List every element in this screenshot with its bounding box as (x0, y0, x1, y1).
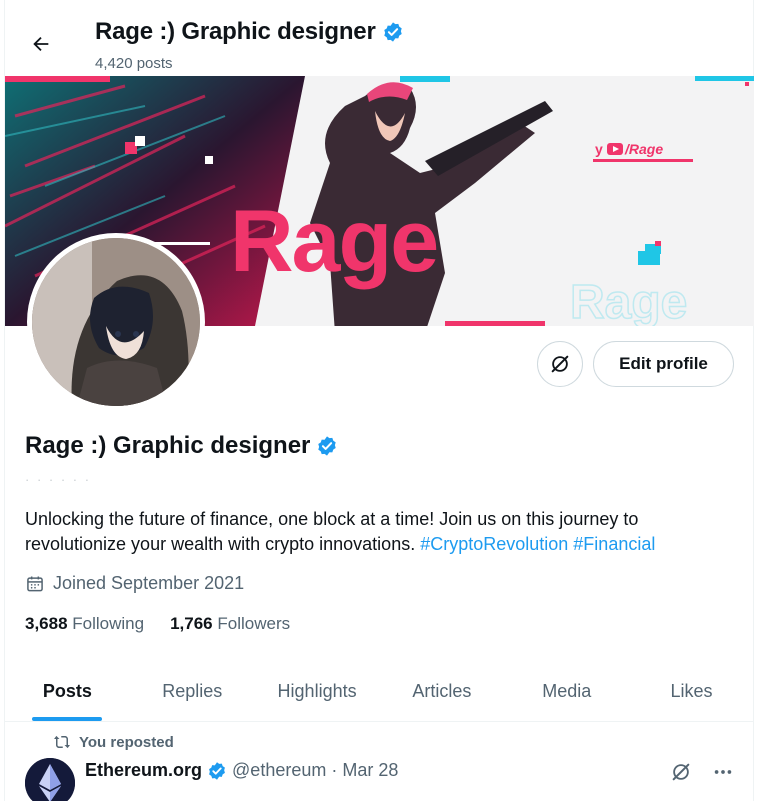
joined-date: Joined September 2021 (25, 573, 244, 594)
grok-icon (672, 763, 690, 781)
repost-indicator: You reposted (53, 733, 174, 751)
banner-headline: Rage (230, 191, 437, 290)
header-title: Rage :) Graphic designer (95, 18, 404, 46)
profile-name-row: Rage :) Graphic designer (25, 432, 338, 460)
follow-stats: 3,688 Following 1,766 Followers (25, 614, 290, 634)
repost-icon (54, 735, 70, 749)
hashtag-link[interactable]: #CryptoRevolution (420, 534, 568, 554)
profile-tabs: Posts Replies Highlights Articles Media … (5, 662, 754, 722)
post-author-avatar[interactable] (25, 758, 75, 801)
verified-badge-icon (383, 22, 402, 42)
grok-icon (551, 355, 569, 373)
avatar-image (32, 238, 200, 406)
following-count: 3,688 (25, 614, 68, 633)
profile-handle: · · · · · · (25, 472, 92, 487)
joined-text: Joined September 2021 (53, 573, 245, 593)
tab-articles[interactable]: Articles (379, 662, 504, 721)
back-button[interactable] (23, 26, 59, 62)
posts-count: 4,420 posts (95, 55, 173, 72)
post-date[interactable]: Mar 28 (342, 760, 398, 781)
banner-watermark: Rage (570, 276, 687, 326)
profile-bio: Unlocking the future of finance, one blo… (25, 507, 725, 557)
tab-likes[interactable]: Likes (629, 662, 754, 721)
post-item[interactable]: Ethereum.org @ethereum · Mar 28 (25, 756, 745, 801)
post-author-handle[interactable]: @ethereum (232, 760, 326, 781)
followers-link[interactable]: 1,766 Followers (170, 614, 290, 634)
post-more-button[interactable] (709, 758, 737, 786)
post-grok-button[interactable] (667, 758, 695, 786)
tab-media[interactable]: Media (504, 662, 629, 721)
followers-count: 1,766 (170, 614, 213, 633)
tab-posts[interactable]: Posts (5, 662, 130, 721)
repost-label: You reposted (79, 733, 174, 751)
profile-name: Rage :) Graphic designer (25, 432, 311, 459)
post-author-name[interactable]: Ethereum.org (85, 760, 202, 781)
post-separator: · (331, 760, 338, 780)
followers-label: Followers (217, 614, 291, 633)
hashtag-link[interactable]: #Financial (573, 534, 655, 554)
post-actions (667, 758, 737, 786)
tab-highlights[interactable]: Highlights (255, 662, 380, 721)
following-label: Following (72, 614, 145, 633)
more-dots-icon (714, 770, 732, 774)
following-link[interactable]: 3,688 Following (25, 614, 144, 634)
svg-text:/Rage: /Rage (624, 141, 663, 157)
edit-profile-button[interactable]: Edit profile (593, 341, 734, 387)
svg-text:y: y (595, 141, 603, 157)
verified-badge-icon (209, 761, 225, 780)
profile-avatar[interactable] (27, 233, 205, 411)
header-name: Rage :) Graphic designer (95, 18, 376, 45)
arrow-left-icon (33, 36, 49, 52)
verified-badge-icon[interactable] (316, 435, 338, 457)
profile-page: Rage :) Graphic designer 4,420 posts Rag… (4, 0, 754, 801)
calendar-icon (27, 576, 43, 591)
tab-replies[interactable]: Replies (130, 662, 255, 721)
post-header: Ethereum.org @ethereum · Mar 28 (85, 760, 398, 781)
ethereum-logo-icon (25, 758, 75, 801)
grok-button[interactable] (537, 341, 583, 387)
